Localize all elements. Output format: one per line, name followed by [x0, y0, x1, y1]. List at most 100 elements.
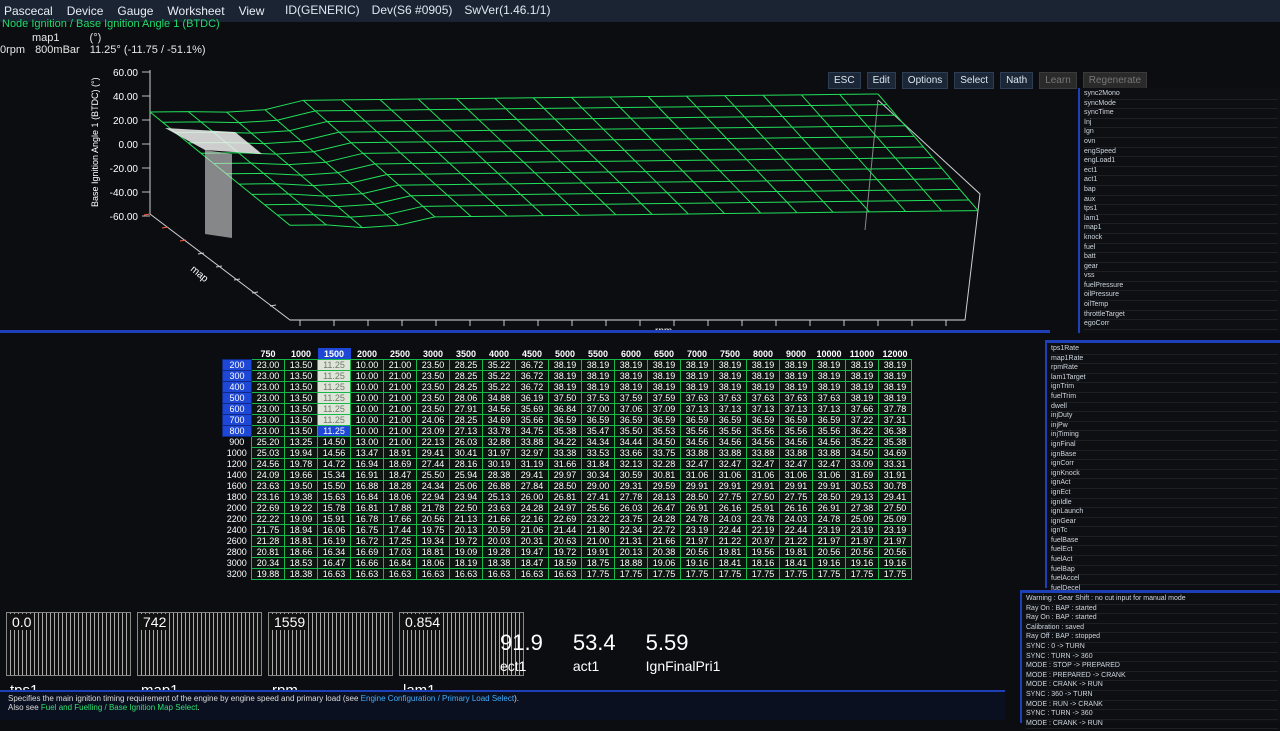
table-cell[interactable]: 10.00: [350, 425, 384, 437]
table-cell[interactable]: 18.41: [779, 557, 813, 569]
table-cell[interactable]: 13.50: [284, 370, 318, 382]
table-cell[interactable]: 25.20: [251, 436, 285, 448]
table-cell[interactable]: 13.47: [350, 447, 384, 459]
table-cell[interactable]: 16.66: [350, 557, 384, 569]
table-cell[interactable]: 35.38: [878, 436, 912, 448]
table-cell[interactable]: 27.91: [449, 403, 483, 415]
table-cell[interactable]: 13.50: [284, 414, 318, 426]
table-cell[interactable]: 21.00: [581, 535, 615, 547]
table-cell[interactable]: 31.06: [812, 469, 846, 481]
table-cell[interactable]: 35.69: [515, 403, 549, 415]
column-header[interactable]: 4000: [483, 348, 516, 360]
table-cell[interactable]: 13.25: [284, 436, 318, 448]
table-cell[interactable]: 38.19: [548, 359, 582, 371]
table-cell[interactable]: 35.47: [581, 425, 615, 437]
table-cell[interactable]: 20.56: [845, 546, 879, 558]
table-cell[interactable]: 16.84: [383, 557, 417, 569]
table-cell[interactable]: 22.34: [614, 524, 648, 536]
row-header[interactable]: 1400: [222, 469, 252, 481]
column-header[interactable]: 11000: [846, 348, 879, 360]
table-cell[interactable]: 19.72: [449, 535, 483, 547]
graph-surface[interactable]: 60.00 40.00 20.00 0.00 -20.00 -40.00 -60.00 Bas…: [0, 62, 1080, 332]
table-cell[interactable]: 33.88: [713, 447, 747, 459]
table-cell[interactable]: 25.50: [416, 469, 450, 481]
table-cell[interactable]: 37.78: [878, 403, 912, 415]
table-cell[interactable]: 28.50: [812, 491, 846, 503]
list-item[interactable]: fuel: [1084, 244, 1278, 254]
table-cell[interactable]: 36.38: [878, 425, 912, 437]
menu-gauge[interactable]: Gauge: [117, 4, 153, 18]
table-cell[interactable]: 19.34: [416, 535, 450, 547]
list-item[interactable]: fuelBap: [1051, 566, 1278, 576]
table-cell[interactable]: 36.72: [515, 381, 549, 393]
table-cell[interactable]: 18.19: [449, 557, 483, 569]
table-cell[interactable]: 11.25: [317, 370, 351, 382]
table-cell[interactable]: 33.88: [680, 447, 714, 459]
table-cell[interactable]: 23.63: [251, 480, 285, 492]
toolbar-regenerate-button[interactable]: Regenerate: [1082, 72, 1148, 89]
table-cell[interactable]: 21.78: [416, 502, 450, 514]
table-cell[interactable]: 11.25: [317, 381, 351, 393]
list-item[interactable]: MODE : CRANK -> RUN: [1026, 720, 1278, 730]
list-item[interactable]: oilPressure: [1084, 291, 1278, 302]
table-cell[interactable]: 21.00: [383, 359, 417, 371]
table-cell[interactable]: 19.75: [416, 524, 450, 536]
table-cell[interactable]: 16.88: [350, 480, 384, 492]
table-cell[interactable]: 18.38: [284, 568, 318, 580]
table-cell[interactable]: 34.69: [878, 447, 912, 459]
channel-panel-middle[interactable]: tps1Rate map1Rate rpmRate lam1Target ignTrim…: [1045, 340, 1280, 614]
list-item[interactable]: syncTime: [1084, 109, 1278, 119]
table-cell[interactable]: 10.00: [350, 403, 384, 415]
list-item[interactable]: Calibration : saved: [1026, 624, 1278, 634]
table-cell[interactable]: 28.16: [449, 458, 483, 470]
table-cell[interactable]: 21.28: [251, 535, 285, 547]
table-cell[interactable]: 26.81: [548, 491, 582, 503]
table-cell[interactable]: 26.00: [515, 491, 549, 503]
column-header[interactable]: 7000: [681, 348, 714, 360]
table-cell[interactable]: 20.56: [812, 546, 846, 558]
list-item[interactable]: ignGear: [1051, 518, 1278, 528]
list-item[interactable]: injPw: [1051, 422, 1278, 432]
table-cell[interactable]: 15.34: [317, 469, 351, 481]
table-cell[interactable]: 37.53: [581, 392, 615, 404]
table-cell[interactable]: 31.06: [779, 469, 813, 481]
table-cell[interactable]: 32.97: [515, 447, 549, 459]
list-item[interactable]: Ray On : BAP : started: [1026, 614, 1278, 624]
table-cell[interactable]: 20.56: [878, 546, 912, 558]
table-cell[interactable]: 19.88: [251, 568, 285, 580]
table-cell[interactable]: 24.78: [680, 513, 714, 525]
list-item[interactable]: fuelTrim: [1051, 393, 1278, 403]
channel-panel-top[interactable]: sync2Mono syncMode syncTime Inj Ign ovn engSpe…: [1078, 88, 1280, 333]
table-cell[interactable]: 37.59: [647, 392, 681, 404]
table-cell[interactable]: 16.81: [350, 502, 384, 514]
list-item[interactable]: Warning : Gear Shift : no cut input for …: [1026, 595, 1278, 605]
table-cell[interactable]: 18.41: [713, 557, 747, 569]
list-item[interactable]: MODE : CRANK -> RUN: [1026, 681, 1278, 691]
table-cell[interactable]: 16.63: [317, 568, 351, 580]
table-cell[interactable]: 31.84: [581, 458, 615, 470]
table-cell[interactable]: 25.09: [845, 513, 879, 525]
table-cell[interactable]: 16.63: [548, 568, 582, 580]
table-cell[interactable]: 38.19: [581, 370, 615, 382]
table-cell[interactable]: 22.19: [746, 524, 780, 536]
table-cell[interactable]: 18.47: [383, 469, 417, 481]
table-cell[interactable]: 26.88: [482, 480, 516, 492]
table-cell[interactable]: 30.41: [449, 447, 483, 459]
table-cell[interactable]: 26.03: [614, 502, 648, 514]
table-cell[interactable]: 21.00: [383, 370, 417, 382]
table-cell[interactable]: 36.59: [812, 414, 846, 426]
table-cell[interactable]: 21.66: [647, 535, 681, 547]
table-cell[interactable]: 18.75: [581, 557, 615, 569]
table-cell[interactable]: 28.13: [647, 491, 681, 503]
table-cell[interactable]: 28.25: [449, 359, 483, 371]
table-cell[interactable]: 20.56: [680, 546, 714, 558]
table-cell[interactable]: 30.78: [878, 480, 912, 492]
table-cell[interactable]: 14.56: [317, 447, 351, 459]
table-cell[interactable]: 28.25: [449, 370, 483, 382]
list-item[interactable]: throttleTarget: [1084, 311, 1278, 321]
table-cell[interactable]: 19.78: [284, 458, 318, 470]
table-cell[interactable]: 23.50: [416, 381, 450, 393]
table-cell[interactable]: 16.63: [383, 568, 417, 580]
table-cell[interactable]: 36.59: [746, 414, 780, 426]
column-header[interactable]: 5000: [549, 348, 582, 360]
